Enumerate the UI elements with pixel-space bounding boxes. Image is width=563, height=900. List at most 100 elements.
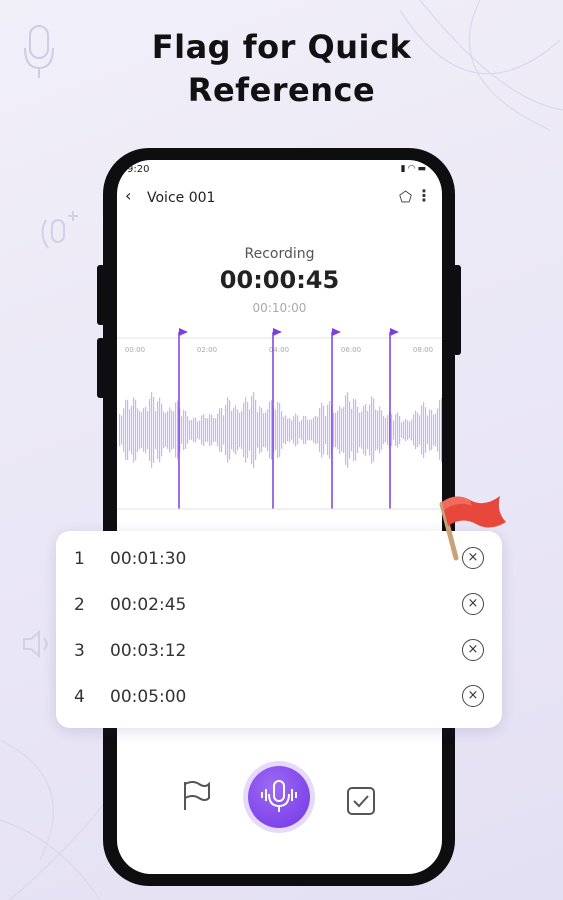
waveform-bar: [291, 420, 293, 440]
waveform-bar: [337, 410, 339, 450]
waveform-bar: [349, 401, 351, 459]
waveform-bar: [301, 419, 303, 441]
save-check-icon[interactable]: [346, 786, 376, 816]
waveform-bar: [359, 412, 361, 448]
timeline-tick-label: 04:00: [269, 346, 289, 354]
waveform-bar: [319, 408, 321, 452]
waveform-bar: [119, 413, 121, 447]
waveform-bar: [269, 401, 271, 459]
waveform-bar: [407, 420, 409, 440]
waveform-bar: [427, 415, 429, 445]
waveform-bar: [365, 404, 367, 456]
waveform-bar: [147, 410, 149, 450]
waveform-bar: [133, 397, 135, 463]
swirl-decoration-bottom: [0, 739, 120, 900]
waveform-bar: [405, 418, 407, 442]
waveform-bar: [315, 415, 317, 445]
remove-flag-icon[interactable]: ×: [462, 639, 484, 661]
waveform-bar: [287, 418, 289, 442]
more-options-icon[interactable]: ⋮: [416, 186, 432, 205]
waveform-bar: [259, 406, 261, 454]
waveform-bar: [385, 417, 387, 443]
flag-marker[interactable]: [179, 328, 188, 336]
waveform-bar: [317, 416, 319, 444]
remove-flag-icon[interactable]: ×: [462, 685, 484, 707]
waveform-bar: [167, 411, 169, 449]
remove-flag-icon[interactable]: ×: [462, 593, 484, 615]
status-icons: ▮◠▬: [401, 164, 428, 174]
waveform-bar: [425, 407, 427, 453]
waveform-bar: [233, 407, 235, 453]
waveform-bar: [187, 416, 189, 444]
waveform-bar: [339, 406, 341, 454]
flag-number: 1: [74, 549, 85, 569]
timeline-tick-label: 02:00: [197, 346, 217, 354]
waveform-bar: [275, 409, 277, 451]
waveform-bar: [127, 399, 129, 461]
waveform-bar: [195, 417, 197, 443]
waveform-bar: [215, 418, 217, 442]
waveform-bar: [387, 415, 389, 445]
waveform-bar: [271, 400, 273, 460]
waveform-bar: [213, 417, 215, 443]
waveform-bar: [367, 411, 369, 449]
waveform-bar: [327, 404, 329, 456]
waveform-bar: [237, 409, 239, 451]
waveform-bar: [295, 413, 297, 447]
waveform-bar: [411, 419, 413, 441]
max-duration: 00:10:00: [252, 301, 307, 315]
waveform-bar: [157, 401, 159, 459]
waveform-bar: [343, 406, 345, 454]
waveform-bar: [377, 410, 379, 450]
battery-icon: ▬: [417, 164, 428, 174]
record-button[interactable]: [248, 766, 310, 828]
waveform-bar: [303, 415, 305, 445]
waveform-bar: [311, 419, 313, 441]
waveform-bar: [439, 399, 441, 461]
timeline-tick-label: 08:00: [413, 346, 433, 354]
waveform-bar: [419, 415, 421, 445]
waveform-bar: [437, 408, 439, 452]
waveform-bar: [297, 415, 299, 445]
waveform-bar: [433, 414, 435, 446]
flag-marker[interactable]: [390, 328, 399, 336]
waveform-bar: [373, 398, 375, 462]
flag-row[interactable]: 4 00:05:00 ×: [56, 675, 502, 721]
waveform-bar: [173, 411, 175, 449]
waveform-bar: [145, 406, 147, 454]
waveform-bar: [203, 414, 205, 446]
mic-add-decoration-icon: [41, 211, 78, 249]
waveform-bar: [371, 396, 373, 464]
back-icon[interactable]: ‹: [125, 186, 131, 205]
waveform-bar: [341, 408, 343, 452]
waveform-bar: [211, 414, 213, 446]
waveform-bar: [285, 415, 287, 445]
waveform-bar: [335, 412, 337, 448]
timeline-tick-label: 06:00: [341, 346, 361, 354]
waveform-bar: [399, 416, 401, 444]
flag-marker[interactable]: [273, 328, 282, 336]
waveform-bar: [257, 412, 259, 448]
flag-row[interactable]: 2 00:02:45 ×: [56, 583, 502, 629]
waveform-bar: [131, 405, 133, 455]
waveform-bar: [413, 414, 415, 446]
flag-time: 00:05:00: [110, 687, 187, 707]
waveform-bar: [329, 401, 331, 459]
waveform[interactable]: 00:00 02:00 04:00 06:00 08:00: [117, 328, 442, 518]
waveform-bar: [379, 406, 381, 454]
waveform-bar: [135, 399, 137, 461]
add-flag-icon[interactable]: [181, 780, 211, 812]
flag-row[interactable]: 3 00:03:12 ×: [56, 629, 502, 675]
waveform-bar: [401, 422, 403, 438]
waveform-bar: [121, 415, 123, 445]
red-flag-icon: [439, 496, 506, 561]
waveform-bar: [393, 420, 395, 440]
flag-marker[interactable]: [332, 328, 341, 336]
control-bar: [117, 750, 442, 850]
waveform-bar: [199, 420, 201, 440]
waveform-bar: [171, 410, 173, 450]
waveform-bar: [241, 410, 243, 450]
share-icon[interactable]: ⬠: [399, 188, 412, 206]
waveform-bar: [125, 400, 127, 460]
elapsed-time: 00:00:45: [219, 266, 340, 294]
